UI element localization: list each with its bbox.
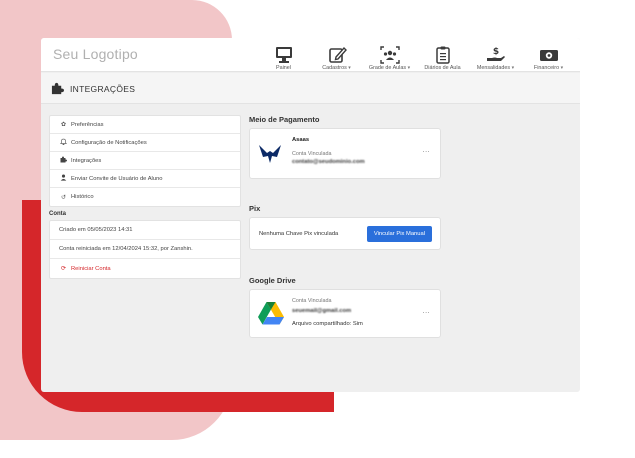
- menu-item-integracoes[interactable]: Integrações: [50, 152, 240, 170]
- app-window: Seu Logotipo Painel Cadastros ▾ Grade de…: [41, 38, 580, 392]
- main-nav: Painel Cadastros ▾ Grade de Aulas ▾ Diár…: [257, 41, 575, 71]
- nav-painel[interactable]: Painel: [257, 41, 310, 71]
- payment-email: contato@seudominio.com: [292, 159, 365, 165]
- nav-label: Grade de Aulas ▾: [368, 65, 411, 71]
- menu-item-label: Enviar Convite de Usuário de Aluno: [71, 175, 163, 182]
- svg-text:$: $: [492, 47, 498, 57]
- menu-item-label: Integrações: [71, 157, 102, 164]
- payment-status: Conta Vinculada: [292, 151, 332, 157]
- gear-icon: ✿: [60, 122, 67, 128]
- drive-more-button[interactable]: ...: [423, 308, 430, 315]
- logo: Seu Logotipo: [53, 46, 138, 62]
- monitor-icon: [275, 47, 292, 63]
- hand-money-icon: $: [486, 47, 505, 61]
- restart-account-button[interactable]: ⟳ Reiniciar Conta: [50, 259, 240, 278]
- nav-mensalidades[interactable]: $ Mensalidades ▾: [469, 41, 522, 71]
- pix-empty-text: Nenhuma Chave Pix vinculada: [259, 231, 339, 237]
- nav-financeiro[interactable]: Financeiro ▾: [522, 41, 575, 71]
- conta-created: Criado em 05/05/2023 14:31: [50, 221, 240, 240]
- user-icon: [59, 174, 68, 183]
- asaas-logo-icon: [259, 145, 281, 163]
- pix-card: Nenhuma Chave Pix vinculada Vincular Pix…: [249, 217, 441, 250]
- menu-item-label: Configuração de Notificações: [71, 139, 147, 146]
- payment-card: Asaas Conta Vinculada contato@seudominio…: [249, 128, 441, 179]
- link-pix-button[interactable]: Vincular Pix Manual: [366, 226, 432, 242]
- settings-menu: ✿ Preferências Configuração de Notificaç…: [49, 115, 241, 207]
- conta-restarted: Conta reiniciada em 12/04/2024 15:32, po…: [50, 240, 240, 259]
- drive-email: seuemail@gmail.com: [292, 308, 352, 314]
- nav-label: Painel: [276, 65, 291, 71]
- menu-item-preferencias[interactable]: ✿ Preferências: [50, 116, 240, 134]
- puzzle-icon: [59, 156, 68, 165]
- google-drive-icon: [258, 302, 284, 325]
- drive-card: Conta Vinculada seuemail@gmail.com Arqui…: [249, 289, 441, 338]
- edit-icon: [328, 46, 347, 63]
- nav-label: Cadastros ▾: [322, 65, 351, 71]
- drive-status: Conta Vinculada: [292, 298, 332, 304]
- drive-section-title: Google Drive: [249, 276, 296, 285]
- payment-more-button[interactable]: ...: [423, 147, 430, 154]
- nav-label: Mensalidades ▾: [476, 65, 515, 71]
- people-grid-icon: [379, 46, 400, 64]
- nav-grade-de-aulas[interactable]: Grade de Aulas ▾: [363, 41, 416, 71]
- conta-panel: Criado em 05/05/2023 14:31 Conta reinici…: [49, 220, 241, 279]
- nav-diarios-de-aula[interactable]: Diários de Aula: [416, 41, 469, 71]
- nav-label: Diários de Aula: [424, 65, 461, 71]
- drive-shared: Arquivo compartilhado: Sim: [292, 321, 363, 327]
- menu-item-label: Histórico: [71, 194, 94, 200]
- top-navbar: Seu Logotipo Painel Cadastros ▾ Grade de…: [41, 38, 580, 72]
- payment-provider: Asaas: [292, 137, 310, 143]
- conta-section-label: Conta: [49, 211, 66, 217]
- history-icon: ↺: [60, 194, 67, 201]
- pix-section-title: Pix: [249, 204, 261, 213]
- page-title: INTEGRAÇÕES: [70, 84, 136, 94]
- menu-item-notificacoes[interactable]: Configuração de Notificações: [50, 134, 240, 152]
- refresh-icon: ⟳: [60, 266, 67, 272]
- nav-cadastros[interactable]: Cadastros ▾: [310, 41, 363, 71]
- menu-item-convite[interactable]: Enviar Convite de Usuário de Aluno: [50, 170, 240, 188]
- payment-section-title: Meio de Pagamento: [249, 115, 320, 124]
- menu-item-historico[interactable]: ↺ Histórico: [50, 188, 240, 206]
- clipboard-icon: [435, 46, 450, 64]
- restart-account-label: Reiniciar Conta: [71, 265, 111, 272]
- bell-icon: [59, 138, 68, 147]
- menu-item-label: Preferências: [71, 121, 104, 128]
- nav-label: Financeiro ▾: [533, 65, 564, 71]
- banknote-icon: [539, 50, 558, 61]
- page-header: INTEGRAÇÕES: [41, 73, 580, 104]
- puzzle-icon: [51, 82, 64, 95]
